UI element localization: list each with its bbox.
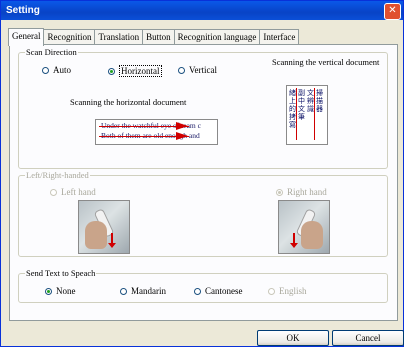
speech-none-label: None (56, 286, 76, 296)
left-hand-photo (78, 200, 130, 254)
sample-column-3: 文辨識 (307, 89, 314, 113)
hand (301, 221, 323, 249)
speech-legend: Send Text to Speach (25, 268, 97, 279)
cancel-button[interactable]: Cancel (332, 330, 404, 346)
radio-circle (276, 188, 283, 196)
tab-interface[interactable]: Interface (259, 29, 300, 45)
sample-column-2: 副中文筆 (298, 89, 305, 121)
radio-circle (178, 66, 185, 74)
vertical-sample-image: 緒上的拷寫 副中文筆 文辨識 掃描器 (286, 85, 328, 145)
tab-recognition-language[interactable]: Recognition language (173, 29, 261, 45)
title-bar: Setting ✕ (1, 1, 403, 20)
speech-mandarin-label: Mandarin (131, 286, 166, 296)
speech-english-label: English (279, 286, 307, 296)
left-hand-label: Left hand (61, 187, 96, 197)
right-hand-radio[interactable]: Right hand (276, 187, 327, 197)
sample-column-1: 緒上的拷寫 (289, 89, 296, 129)
scan-horizontal-radio[interactable]: Horizontal (108, 65, 162, 77)
horizontal-doc-caption: Scanning the horizontal document (70, 97, 187, 107)
radio-circle (108, 67, 115, 75)
arrow-right-icon (176, 132, 188, 140)
speech-english-radio[interactable]: English (268, 286, 307, 296)
general-panel: Scan Direction Auto Horizontal Vertical … (9, 44, 398, 321)
scan-horizontal-label: Horizontal (119, 65, 162, 77)
radio-circle (194, 287, 201, 295)
right-hand-label: Right hand (287, 187, 327, 197)
arrow-down-icon (108, 233, 116, 248)
ok-button[interactable]: OK (257, 330, 329, 346)
radio-circle (268, 287, 275, 295)
scan-line (314, 88, 315, 140)
horizontal-sample-image: Under the watchful eye of team c Both of… (95, 119, 218, 145)
window-title: Setting (6, 5, 40, 16)
scan-auto-label: Auto (53, 65, 71, 75)
settings-dialog: Setting ✕ General Recognition Translatio… (0, 0, 404, 347)
scan-auto-radio[interactable]: Auto (42, 65, 71, 75)
speech-cantonese-label: Cantonese (205, 286, 243, 296)
scan-line (296, 88, 297, 140)
radio-circle (42, 66, 49, 74)
vertical-doc-caption: Scanning the vertical document (272, 57, 380, 67)
hand (85, 221, 107, 249)
radio-circle (120, 287, 127, 295)
speech-mandarin-radio[interactable]: Mandarin (120, 286, 166, 296)
speech-none-radio[interactable]: None (45, 286, 76, 296)
handedness-legend: Left/Right-handed (25, 170, 90, 181)
tab-general[interactable]: General (8, 28, 45, 46)
radio-circle (50, 188, 57, 196)
tab-recognition[interactable]: Recognition (43, 29, 96, 45)
sample-column-4: 掃描器 (316, 89, 323, 113)
tab-button[interactable]: Button (142, 29, 175, 45)
close-icon[interactable]: ✕ (384, 3, 401, 20)
tab-strip: General Recognition Translation Button R… (8, 28, 300, 46)
radio-circle (45, 287, 52, 295)
tab-translation[interactable]: Translation (94, 29, 144, 45)
speech-cantonese-radio[interactable]: Cantonese (194, 286, 243, 296)
left-hand-radio[interactable]: Left hand (50, 187, 96, 197)
arrow-right-icon (176, 122, 188, 130)
scan-direction-legend: Scan Direction (25, 47, 78, 58)
scan-vertical-label: Vertical (189, 65, 217, 75)
right-hand-photo (278, 200, 330, 254)
arrow-down-icon (290, 233, 298, 248)
scan-vertical-radio[interactable]: Vertical (178, 65, 217, 75)
